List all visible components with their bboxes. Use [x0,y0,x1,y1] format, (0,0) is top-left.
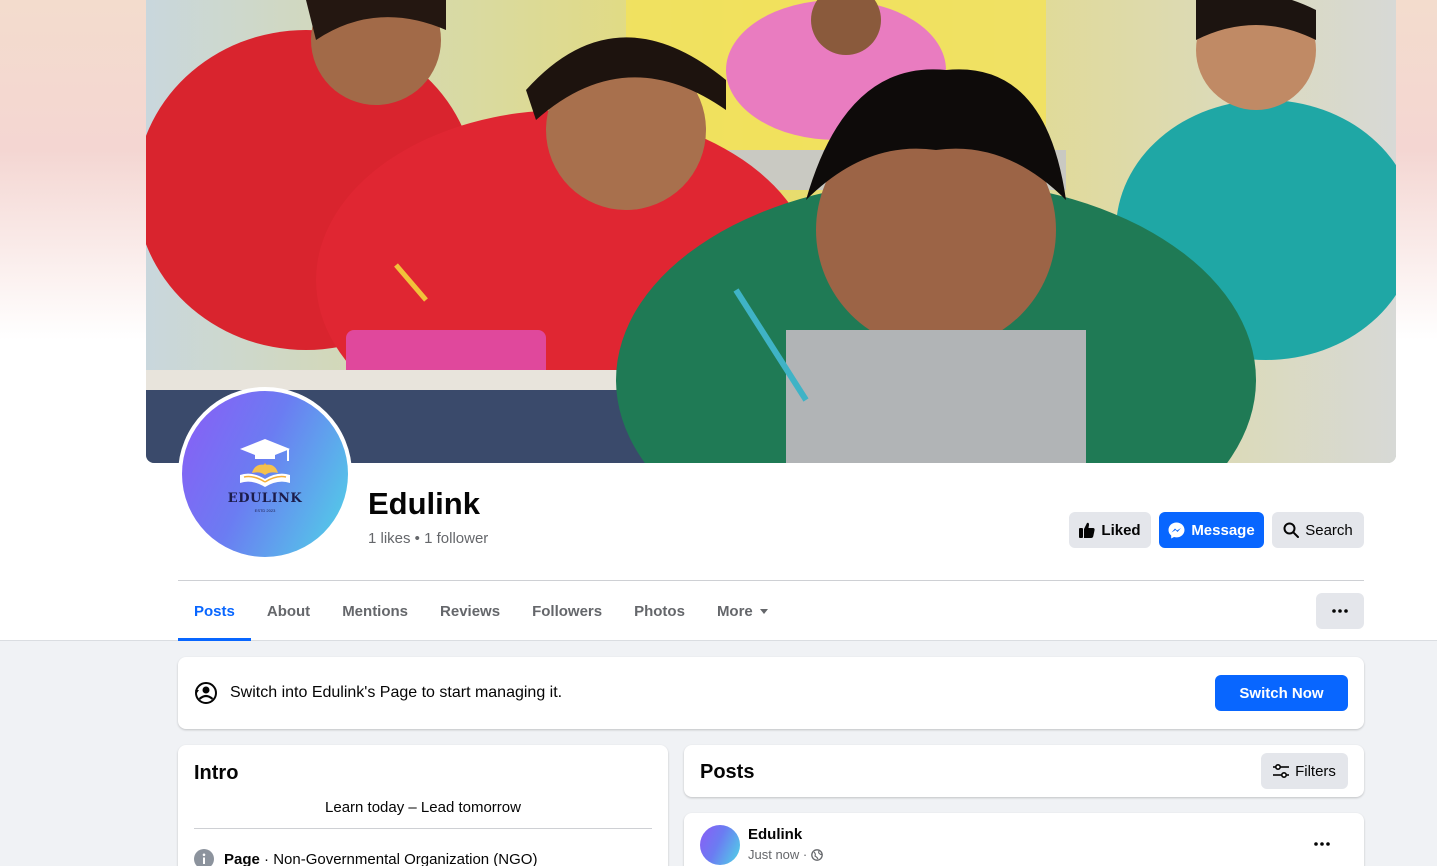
tab-reviews[interactable]: Reviews [424,581,516,641]
tab-photos[interactable]: Photos [618,581,701,641]
tab-label: About [266,602,311,620]
page-title: Edulink [368,486,480,521]
info-icon [194,849,214,866]
thumbs-up-icon [1079,522,1096,538]
cover-image [146,0,1396,463]
switch-now-button[interactable]: Switch Now [1215,675,1348,711]
search-icon [1283,522,1300,538]
ellipsis-icon [1332,609,1348,613]
post-time-text[interactable]: Just now · [748,847,807,862]
tab-label: Reviews [440,602,501,620]
filter-sliders-icon [1273,764,1290,778]
tab-more[interactable]: More [701,581,785,641]
logo-subtext: ESTD 2023 [254,508,276,513]
liked-button[interactable]: Liked [1069,512,1151,548]
globe-icon [811,848,824,861]
switch-profile-icon [194,681,218,710]
posts-header: Posts Filters [684,745,1364,797]
switch-banner-text: Switch into Edulink's Page to start mana… [230,684,563,701]
filters-button[interactable]: Filters [1261,753,1348,789]
category-label: Page [224,850,260,866]
tab-label: Followers [532,602,603,620]
tab-about[interactable]: About [251,581,326,641]
posts-title: Posts [700,761,755,783]
cover-photo[interactable] [146,0,1396,463]
liked-label: Liked [1101,521,1141,539]
search-label: Search [1305,521,1353,539]
search-button[interactable]: Search [1272,512,1364,548]
intro-card: Intro Learn today – Lead tomorrow Page ·… [178,745,668,866]
tab-mentions[interactable]: Mentions [326,581,424,641]
post-author-avatar[interactable] [700,825,740,865]
tab-label: Photos [634,602,685,620]
tab-posts[interactable]: Posts [178,581,251,641]
post-item: Edulink Just now · [684,813,1364,866]
page-tabs: Posts About Mentions Reviews Followers P… [178,581,785,641]
message-button[interactable]: Message [1159,512,1264,548]
more-options-button[interactable] [1316,593,1364,629]
caret-down-icon [759,609,768,614]
switch-profile-banner: Switch into Edulink's Page to start mana… [178,657,1364,729]
graduation-book-icon [240,439,290,487]
filters-label: Filters [1295,762,1336,780]
intro-title: Intro [194,762,239,784]
logo-text: EDULINK [227,491,303,506]
intro-divider [194,828,652,829]
post-author[interactable]: Edulink [748,826,802,843]
intro-bio: Learn today – Lead tomorrow [325,799,521,816]
ellipsis-icon [1314,842,1330,846]
intro-category: Page · Non-Governmental Organization (NG… [194,849,537,866]
page-stats[interactable]: 1 likes • 1 follower [368,530,488,547]
message-label: Message [1191,521,1255,539]
page-logo: EDULINK ESTD 2023 [182,391,348,557]
post-options-button[interactable] [1314,833,1330,851]
tab-label: Mentions [342,602,409,620]
messenger-icon [1168,522,1185,538]
page-avatar[interactable]: EDULINK ESTD 2023 [178,387,352,561]
post-timestamp: Just now · [748,847,824,862]
tab-followers[interactable]: Followers [516,581,618,641]
category-value: · Non-Governmental Organization (NGO) [259,850,538,866]
tab-label: Posts [194,602,235,620]
tab-label: More [716,602,753,620]
